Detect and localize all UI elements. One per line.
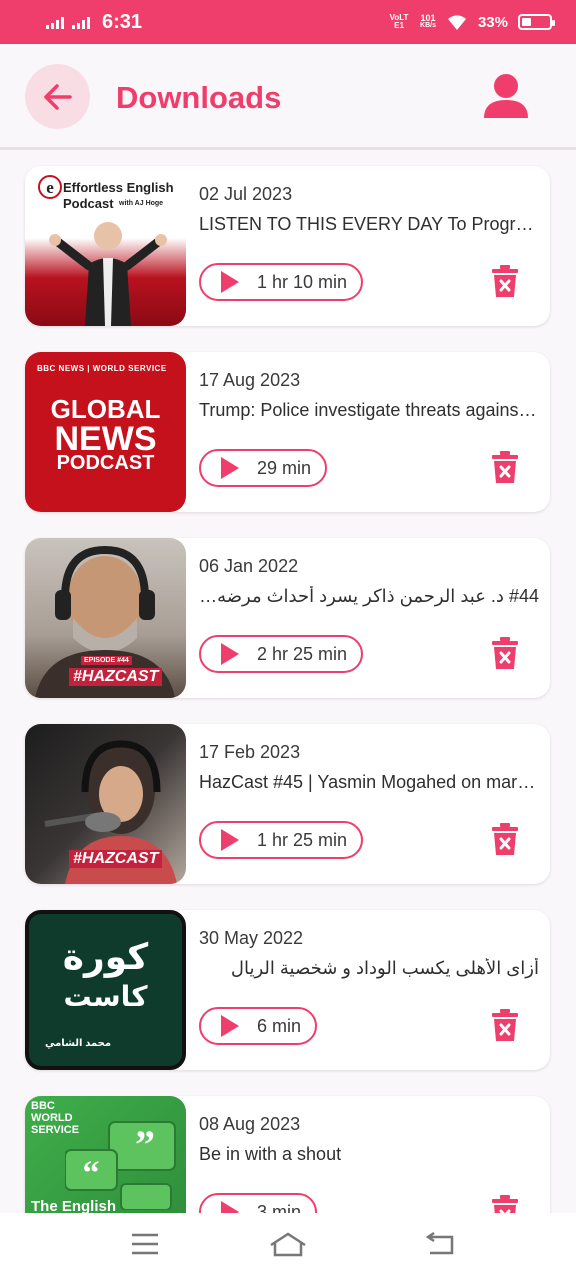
artwork-host: محمد الشامي bbox=[45, 1038, 112, 1049]
trash-icon[interactable] bbox=[491, 450, 519, 484]
episode-title: LISTEN TO THIS EVERY DAY To Progress You… bbox=[199, 214, 539, 234]
artwork-brand: BBC NEWS | WORLD SERVICE bbox=[37, 364, 167, 373]
play-icon bbox=[221, 1015, 239, 1037]
play-button[interactable]: 29 min bbox=[199, 449, 328, 487]
podcast-artwork[interactable]: e Effortless English Podcast with AJ Hog… bbox=[25, 166, 186, 326]
arrow-left-icon bbox=[43, 83, 72, 110]
podcast-artwork[interactable]: EPISODE #44 #HAZCAST bbox=[25, 538, 186, 698]
episode-duration: 29 min bbox=[257, 457, 312, 478]
status-bar: 6:31 VoLTE1 101 KB/s 33% bbox=[0, 0, 576, 44]
signal-icon-2 bbox=[72, 15, 90, 29]
episode-title: Be in with a shout bbox=[199, 1144, 342, 1164]
downloads-list[interactable]: e Effortless English Podcast with AJ Hog… bbox=[0, 150, 576, 1213]
artwork-brand-line3: SERVICE bbox=[31, 1124, 80, 1136]
artwork-host: with AJ Hoge bbox=[119, 200, 164, 207]
host-figure-icon bbox=[49, 222, 167, 326]
system-nav-bar bbox=[0, 1213, 576, 1280]
page-title: Downloads bbox=[116, 80, 282, 115]
home-icon[interactable] bbox=[268, 1231, 308, 1259]
episode-date: 08 Aug 2023 bbox=[199, 1114, 301, 1134]
play-icon bbox=[221, 643, 239, 665]
episode-duration: 2 hr 25 min bbox=[257, 643, 348, 664]
hazcast-logo: #HAZCAST bbox=[69, 668, 163, 686]
artwork-title: The English bbox=[31, 1198, 117, 1213]
svg-text:e: e bbox=[46, 178, 54, 197]
download-item[interactable]: كورة كاست محمد الشامي 30 May 2022 أزاى ا… bbox=[25, 910, 550, 1070]
episode-duration: 6 min bbox=[257, 1015, 302, 1036]
play-icon bbox=[221, 457, 239, 479]
menu-icon[interactable] bbox=[130, 1231, 160, 1257]
play-button[interactable]: 1 hr 10 min bbox=[199, 263, 364, 301]
speech-bubbles-icon: ” “ bbox=[65, 1121, 176, 1210]
artwork-title-line2: كاست bbox=[63, 981, 148, 1012]
play-icon bbox=[221, 829, 239, 851]
download-item[interactable]: #HAZCAST 17 Feb 2023 HazCast #45 | Yasmi… bbox=[25, 724, 550, 884]
episode-duration: 1 hr 10 min bbox=[257, 271, 348, 292]
download-item[interactable]: EPISODE #44 #HAZCAST 06 Jan 2022 #44 د. … bbox=[25, 538, 550, 698]
episode-title: HazCast #45 | Yasmin Mogahed on marriage bbox=[199, 772, 539, 792]
clock: 6:31 bbox=[102, 10, 143, 33]
network-speed: 101 KB/s bbox=[420, 14, 436, 30]
episode-title: أزاى الأهلى يكسب الوداد و شخصية الريال bbox=[230, 958, 539, 978]
signal-icon bbox=[46, 15, 64, 29]
profile-button[interactable] bbox=[480, 70, 532, 122]
episode-duration: 3 min bbox=[257, 1201, 302, 1214]
artwork-title-line3: PODCAST bbox=[56, 452, 155, 474]
play-icon bbox=[221, 1201, 239, 1213]
trash-icon[interactable] bbox=[491, 822, 519, 856]
play-button[interactable]: 6 min bbox=[199, 1007, 318, 1045]
episode-date: 17 Feb 2023 bbox=[199, 742, 301, 762]
svg-text:”: ” bbox=[135, 1122, 155, 1167]
volte-indicator: VoLTE1 bbox=[389, 13, 409, 30]
play-button[interactable]: 1 hr 25 min bbox=[199, 821, 364, 859]
podcast-artwork[interactable]: BBC NEWS | WORLD SERVICE GLOBAL NEWS POD… bbox=[25, 352, 186, 512]
svg-text:“: “ bbox=[83, 1155, 100, 1192]
trash-icon[interactable] bbox=[491, 636, 519, 670]
wifi-icon bbox=[447, 15, 466, 30]
podcast-artwork[interactable]: كورة كاست محمد الشامي bbox=[25, 910, 186, 1070]
episode-date: 30 May 2022 bbox=[199, 928, 304, 948]
back-button[interactable] bbox=[25, 64, 90, 129]
battery-icon bbox=[518, 14, 555, 30]
download-item[interactable]: ” “ BBC WORLD SERVICE The English 08 Aug… bbox=[25, 1096, 550, 1213]
artwork-title-line1: كورة bbox=[62, 936, 149, 977]
play-button[interactable]: 2 hr 25 min bbox=[199, 635, 364, 673]
episode-date: 17 Aug 2023 bbox=[199, 370, 301, 390]
episode-title: #44 د. عبد الرحمن ذاكر يسرد أحداث مرضه ا… bbox=[199, 586, 539, 606]
episode-date: 06 Jan 2022 bbox=[199, 556, 299, 576]
episode-title: Trump: Police investigate threats agains… bbox=[199, 400, 539, 420]
podcast-artwork[interactable]: ” “ BBC WORLD SERVICE The English bbox=[25, 1096, 186, 1213]
trash-icon[interactable] bbox=[491, 264, 519, 298]
effortless-logo-icon: e bbox=[38, 175, 62, 199]
trash-icon[interactable] bbox=[491, 1194, 519, 1213]
trash-icon[interactable] bbox=[491, 1008, 519, 1042]
battery-percent: 33% bbox=[477, 13, 508, 31]
artwork-brand-line2: WORLD bbox=[31, 1112, 73, 1124]
episode-date: 02 Jul 2023 bbox=[199, 184, 293, 204]
person-icon bbox=[484, 74, 528, 118]
app-header: Downloads bbox=[0, 44, 576, 150]
play-button[interactable]: 3 min bbox=[199, 1193, 318, 1214]
artwork-title: Effortless English bbox=[63, 180, 174, 195]
speed-value: 101 bbox=[420, 13, 436, 23]
download-item[interactable]: BBC NEWS | WORLD SERVICE GLOBAL NEWS POD… bbox=[25, 352, 550, 512]
hazcast-logo: #HAZCAST bbox=[69, 850, 163, 868]
play-icon bbox=[221, 271, 239, 293]
artwork-brand: BBC bbox=[31, 1100, 55, 1112]
download-item[interactable]: e Effortless English Podcast with AJ Hog… bbox=[25, 166, 550, 326]
episode-duration: 1 hr 25 min bbox=[257, 829, 348, 850]
back-nav-icon[interactable] bbox=[424, 1231, 456, 1257]
speed-unit: KB/s bbox=[420, 22, 436, 29]
podcast-artwork[interactable]: #HAZCAST bbox=[25, 724, 186, 884]
artwork-subtitle: Podcast bbox=[63, 196, 114, 211]
episode-badge: EPISODE #44 bbox=[81, 656, 132, 665]
